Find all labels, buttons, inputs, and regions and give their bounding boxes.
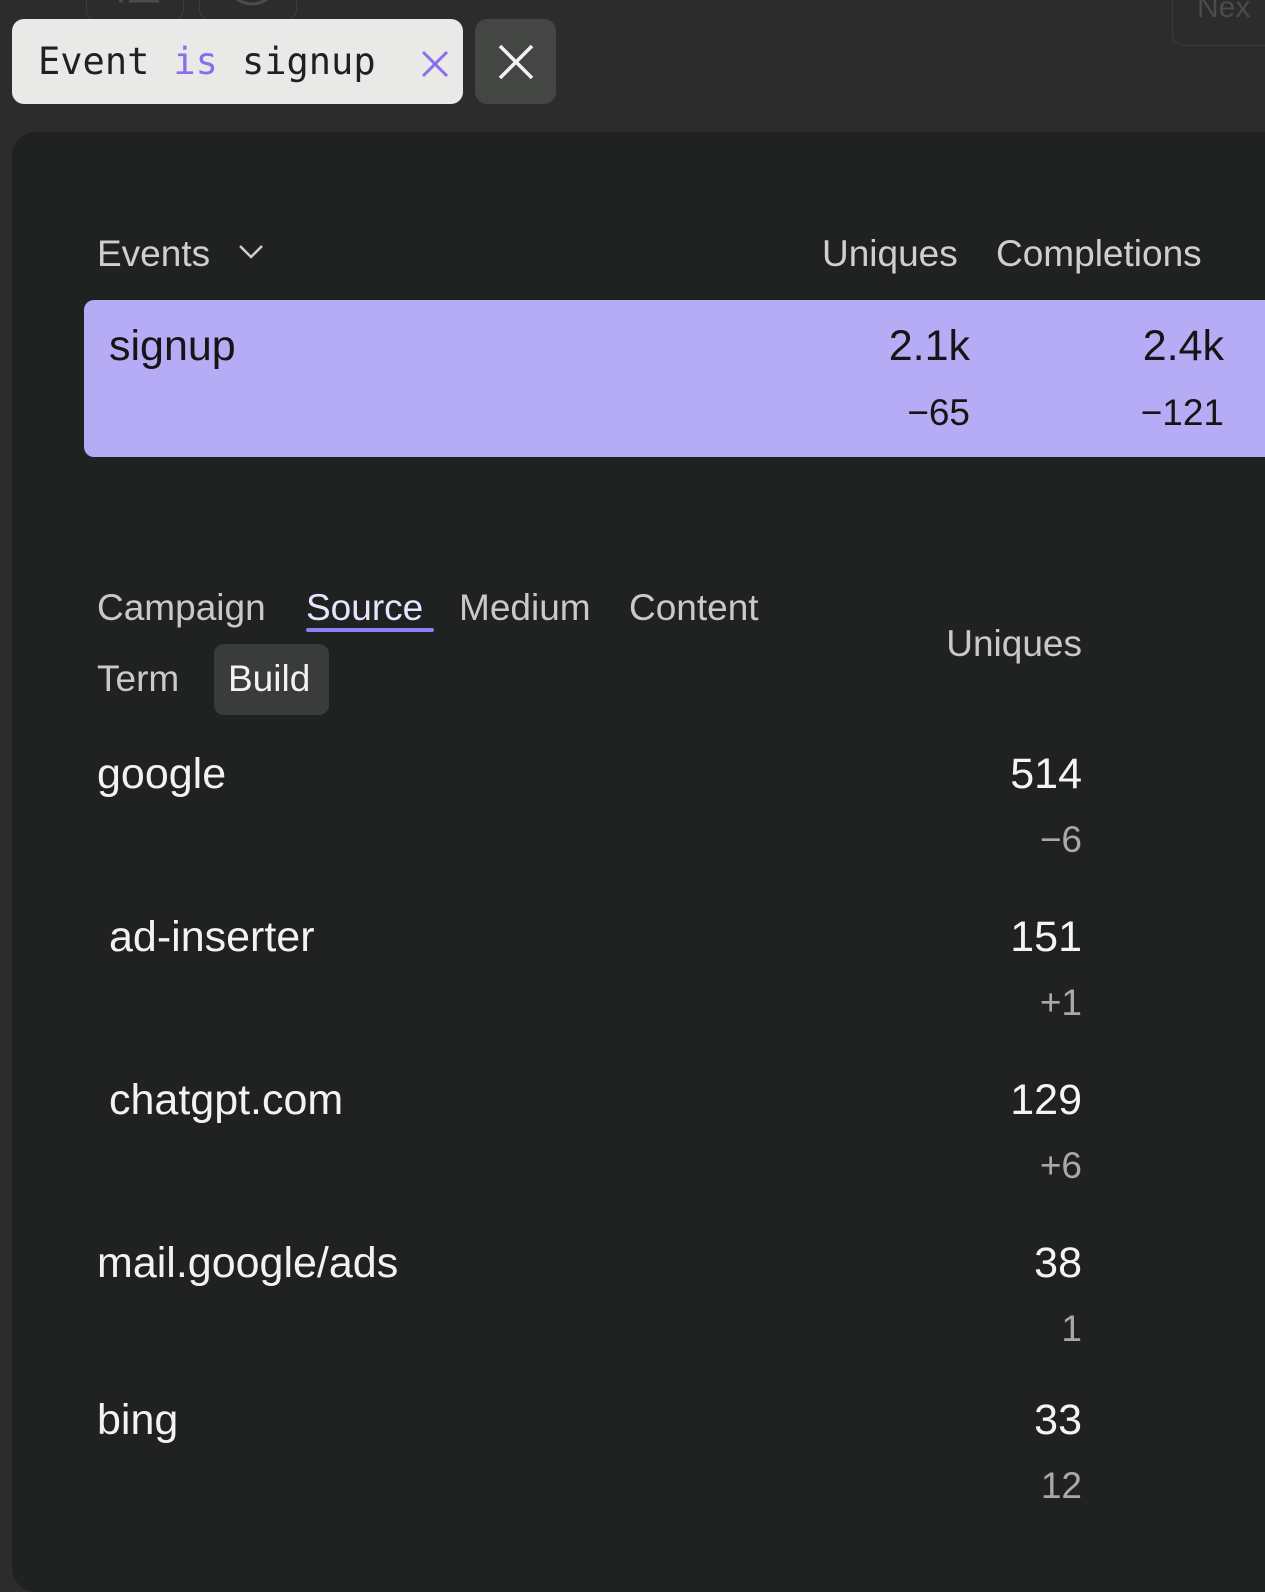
source-uniques: 151	[1010, 913, 1082, 961]
search-icon	[235, 0, 269, 6]
breakdown-uniques-header[interactable]: Uniques	[946, 623, 1082, 665]
source-uniques: 38	[1034, 1239, 1082, 1287]
tab-source[interactable]: Source	[306, 587, 423, 629]
source-name: google	[97, 750, 227, 798]
event-name: signup	[109, 322, 236, 370]
toolbar: Nex Event is signup	[0, 0, 1265, 118]
source-name: mail.google/ads	[97, 1239, 399, 1287]
source-name: chatgpt.com	[109, 1076, 344, 1124]
source-uniques-delta: −6	[1039, 819, 1082, 860]
events-header-label: Events	[97, 233, 211, 274]
tab-build[interactable]: Build	[228, 658, 310, 700]
event-uniques-delta: −65	[907, 392, 970, 433]
search-button[interactable]	[199, 0, 297, 20]
events-dropdown[interactable]: Events	[97, 233, 264, 275]
next-button[interactable]: Nex	[1172, 0, 1265, 46]
filter-value: signup	[241, 40, 376, 83]
event-completions: 2.4k	[1142, 322, 1224, 370]
remove-filter-icon[interactable]	[420, 49, 450, 79]
source-uniques-delta: +6	[1039, 1145, 1082, 1186]
source-uniques-delta: 12	[1040, 1465, 1082, 1506]
close-icon	[498, 44, 534, 80]
source-uniques: 129	[1010, 1076, 1082, 1124]
tab-content[interactable]: Content	[629, 587, 759, 629]
tab-term[interactable]: Term	[97, 658, 179, 700]
source-uniques: 514	[1010, 750, 1082, 798]
source-uniques-delta: 1	[1061, 1308, 1082, 1349]
tab-medium[interactable]: Medium	[459, 587, 591, 629]
source-name: bing	[97, 1396, 179, 1444]
completions-column-header[interactable]: Completions	[996, 233, 1202, 275]
clear-filters-button[interactable]	[475, 19, 556, 104]
event-uniques: 2.1k	[888, 322, 970, 370]
chevron-down-icon	[239, 245, 264, 259]
active-tab-indicator	[306, 628, 434, 632]
event-row-signup[interactable]: signup 2.1k −65 2.4k −121	[84, 300, 1265, 457]
list-icon	[119, 0, 159, 3]
source-name: ad-inserter	[109, 913, 315, 961]
source-uniques: 33	[1034, 1396, 1082, 1444]
tab-campaign[interactable]: Campaign	[97, 587, 266, 629]
list-view-button[interactable]	[86, 0, 184, 20]
filter-operator: is	[173, 40, 218, 83]
filter-chip[interactable]: Event is signup	[12, 19, 463, 104]
uniques-column-header[interactable]: Uniques	[822, 233, 958, 275]
filter-field: Event	[38, 40, 150, 83]
source-uniques-delta: +1	[1039, 982, 1082, 1023]
event-completions-delta: −121	[1140, 392, 1224, 433]
